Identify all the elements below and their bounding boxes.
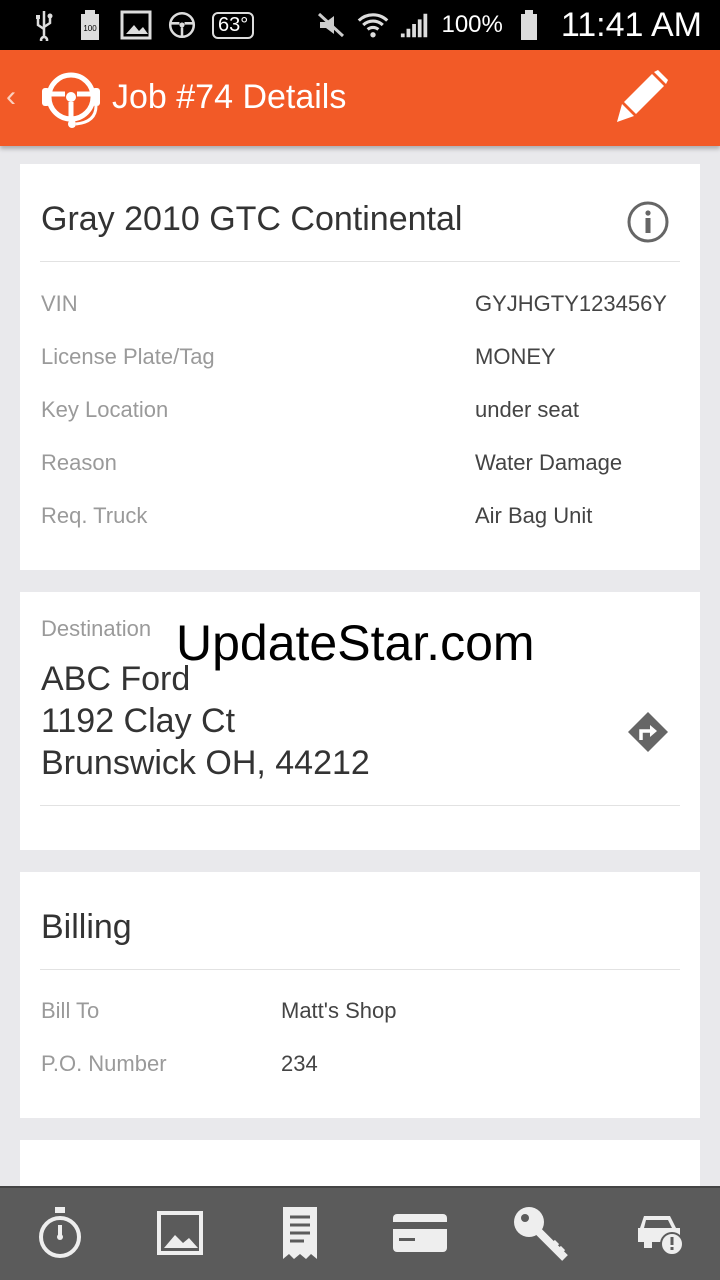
row-label: Bill To xyxy=(41,998,100,1023)
gallery-icon xyxy=(120,8,152,42)
row-value: MONEY xyxy=(475,344,556,369)
payment-tab[interactable] xyxy=(360,1188,480,1280)
keys-tab[interactable] xyxy=(480,1188,600,1280)
destination-name: ABC Ford xyxy=(41,660,191,698)
divider xyxy=(40,261,680,262)
key-icon xyxy=(511,1204,569,1267)
vehicle-tab[interactable] xyxy=(600,1188,720,1280)
battery-percent: 100% xyxy=(441,11,503,38)
destination-label: Destination xyxy=(41,616,152,641)
battery-saver-icon: 100 xyxy=(74,8,106,42)
mute-icon xyxy=(315,8,347,42)
row-label: Key Location xyxy=(41,397,169,422)
row-value: under seat xyxy=(475,397,579,422)
row-value: Matt's Shop xyxy=(281,998,397,1023)
row-label: License Plate/Tag xyxy=(41,344,215,369)
row-value: Water Damage xyxy=(475,450,623,475)
row-value: Air Bag Unit xyxy=(475,503,593,528)
app-bar: ‹ Job #74 Details xyxy=(0,50,720,146)
divider xyxy=(40,805,680,806)
receipt-icon xyxy=(280,1205,320,1266)
steering-wheel-icon xyxy=(166,8,198,42)
photos-tab[interactable] xyxy=(120,1188,240,1280)
photo-icon xyxy=(156,1210,204,1261)
app-logo-icon[interactable] xyxy=(38,66,104,132)
row-label: VIN xyxy=(41,291,78,316)
bottom-tab-bar xyxy=(0,1186,720,1280)
usb-icon xyxy=(28,8,60,42)
status-bar: 100 63° 100% 11:41 AM xyxy=(0,0,720,50)
destination-city: Brunswick OH, 44212 xyxy=(41,744,370,782)
billing-title: Billing xyxy=(41,908,132,946)
car-alert-icon xyxy=(634,1208,686,1263)
wifi-icon xyxy=(357,8,389,42)
divider xyxy=(40,969,680,970)
back-chevron-icon[interactable]: ‹ xyxy=(6,80,16,114)
svg-text:100: 100 xyxy=(83,24,97,33)
row-value: 234 xyxy=(281,1051,318,1076)
vehicle-title: Gray 2010 GTC Continental xyxy=(41,200,463,238)
receipt-tab[interactable] xyxy=(240,1188,360,1280)
info-icon[interactable] xyxy=(626,200,670,244)
destination-street: 1192 Clay Ct xyxy=(41,702,236,740)
directions-icon[interactable] xyxy=(626,710,670,754)
timer-tab[interactable] xyxy=(0,1188,120,1280)
stopwatch-icon xyxy=(35,1205,85,1266)
battery-icon xyxy=(513,8,545,42)
edit-pencil-icon[interactable] xyxy=(612,68,672,128)
row-label: Req. Truck xyxy=(41,503,148,528)
temperature-badge: 63° xyxy=(212,11,255,39)
row-value: GYJHGTY123456Y xyxy=(475,291,667,316)
signal-icon xyxy=(399,8,431,42)
row-label: P.O. Number xyxy=(41,1051,167,1076)
page-title: Job #74 Details xyxy=(112,78,347,116)
billing-card: Billing Bill To Matt's Shop P.O. Number … xyxy=(20,872,700,1118)
vehicle-card: Gray 2010 GTC Continental VIN GYJHGTY123… xyxy=(20,164,700,570)
clock: 11:41 AM xyxy=(560,5,702,44)
credit-card-icon xyxy=(391,1212,449,1259)
watermark: UpdateStar.com xyxy=(176,615,535,671)
row-label: Reason xyxy=(41,450,117,475)
